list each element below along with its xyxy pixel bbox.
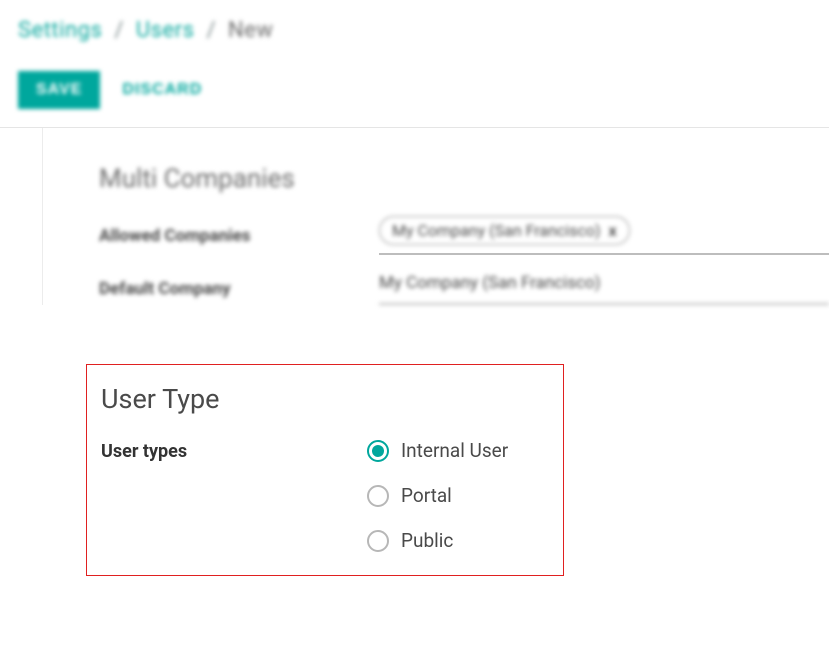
form-header: Settings / Users / New SAVE DISCARD [0,0,829,128]
allowed-companies-label: Allowed Companies [99,226,379,246]
company-tag[interactable]: My Company (San Francisco) x [379,216,630,245]
user-type-internal[interactable]: Internal User [367,439,508,462]
discard-button[interactable]: DISCARD [122,81,202,99]
form-content: Multi Companies Allowed Companies My Com… [0,128,829,305]
radio-icon [367,440,389,462]
user-type-title: User Type [101,383,541,415]
radio-icon [367,485,389,507]
radio-label: Public [401,529,453,552]
user-type-row: User types Internal User Portal Public [101,439,541,552]
default-company-row: Default Company My Company (San Francisc… [99,273,829,305]
radio-label: Portal [401,484,452,507]
allowed-companies-row: Allowed Companies My Company (San Franci… [99,216,829,255]
save-button[interactable]: SAVE [18,71,100,109]
radio-icon [367,530,389,552]
breadcrumb-separator: / [114,18,124,43]
user-type-portal[interactable]: Portal [367,484,508,507]
breadcrumb: Settings / Users / New [18,18,811,43]
company-tag-label: My Company (San Francisco) [392,221,601,240]
multi-companies-title: Multi Companies [99,164,829,194]
default-company-label: Default Company [99,279,379,299]
close-icon[interactable]: x [609,221,617,240]
allowed-companies-field[interactable]: My Company (San Francisco) x [379,216,829,255]
breadcrumb-current: New [228,18,273,43]
user-type-public[interactable]: Public [367,529,508,552]
user-types-label: User types [101,439,367,552]
user-type-options: Internal User Portal Public [367,439,508,552]
breadcrumb-users[interactable]: Users [136,18,195,43]
default-company-select[interactable]: My Company (San Francisco) [379,273,829,305]
breadcrumb-settings[interactable]: Settings [18,18,102,43]
breadcrumb-separator: / [206,18,216,43]
action-row: SAVE DISCARD [18,71,811,109]
radio-label: Internal User [401,439,508,462]
user-type-section: User Type User types Internal User Porta… [86,364,564,576]
content-card: Multi Companies Allowed Companies My Com… [42,128,829,305]
